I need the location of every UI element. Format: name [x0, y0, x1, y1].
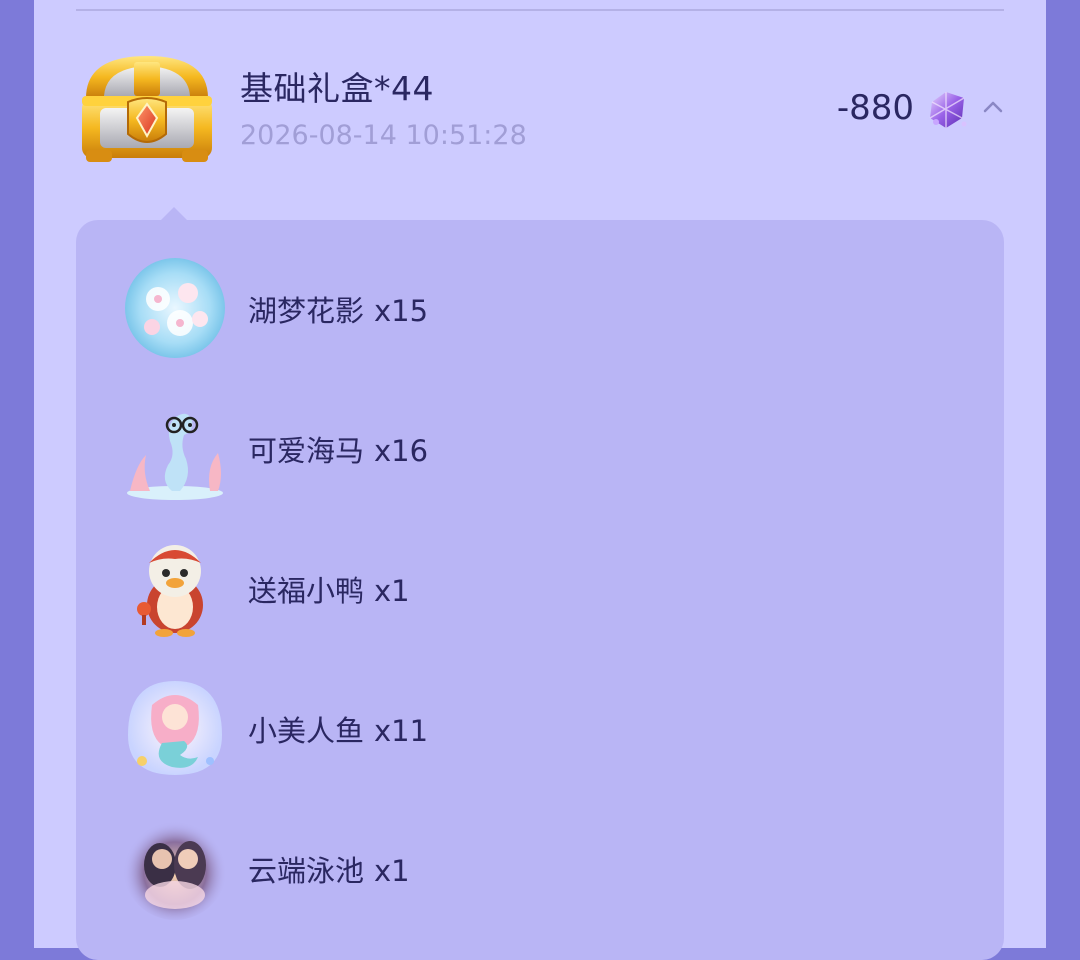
list-item: 小美人鱼 x11 — [76, 673, 1004, 783]
chevron-up-icon[interactable] — [982, 98, 1004, 114]
lucky-duck-icon — [137, 545, 203, 637]
list-item: 可爱海马 x16 — [76, 393, 1004, 503]
top-divider — [76, 9, 1004, 11]
item-label: 送福小鸭 x1 — [248, 574, 410, 608]
purple-gem-icon — [929, 92, 967, 128]
list-item: 湖梦花影 x15 — [76, 253, 1004, 363]
item-label: 云端泳池 x1 — [248, 854, 410, 888]
seahorse-icon — [127, 413, 223, 500]
list-item: 送福小鸭 x1 — [76, 533, 1004, 643]
gift-items-list: 湖梦花影 x15 可爱海马 x16 送福小鸭 x1 小美人鱼 x11 云端泳池 … — [76, 220, 1004, 960]
item-label: 小美人鱼 x11 — [248, 714, 429, 748]
list-item: 云端泳池 x1 — [76, 813, 1004, 923]
cloud-pool-couple-icon — [123, 816, 227, 920]
detail-pointer — [160, 207, 188, 221]
gift-record-panel: 基础礼盒*44 2026-08-14 10:51:28 -880 湖梦花影 x1… — [34, 0, 1046, 960]
flower-orb-icon — [125, 258, 225, 358]
mermaid-icon — [128, 681, 222, 775]
treasure-chest-icon — [82, 56, 212, 162]
box-title: 基础礼盒*44 — [240, 69, 434, 108]
item-label: 可爱海马 x16 — [248, 434, 429, 468]
record-timestamp: 2026-08-14 10:51:28 — [240, 120, 527, 151]
amount-value: -880 — [836, 88, 914, 128]
item-label: 湖梦花影 x15 — [248, 294, 429, 328]
